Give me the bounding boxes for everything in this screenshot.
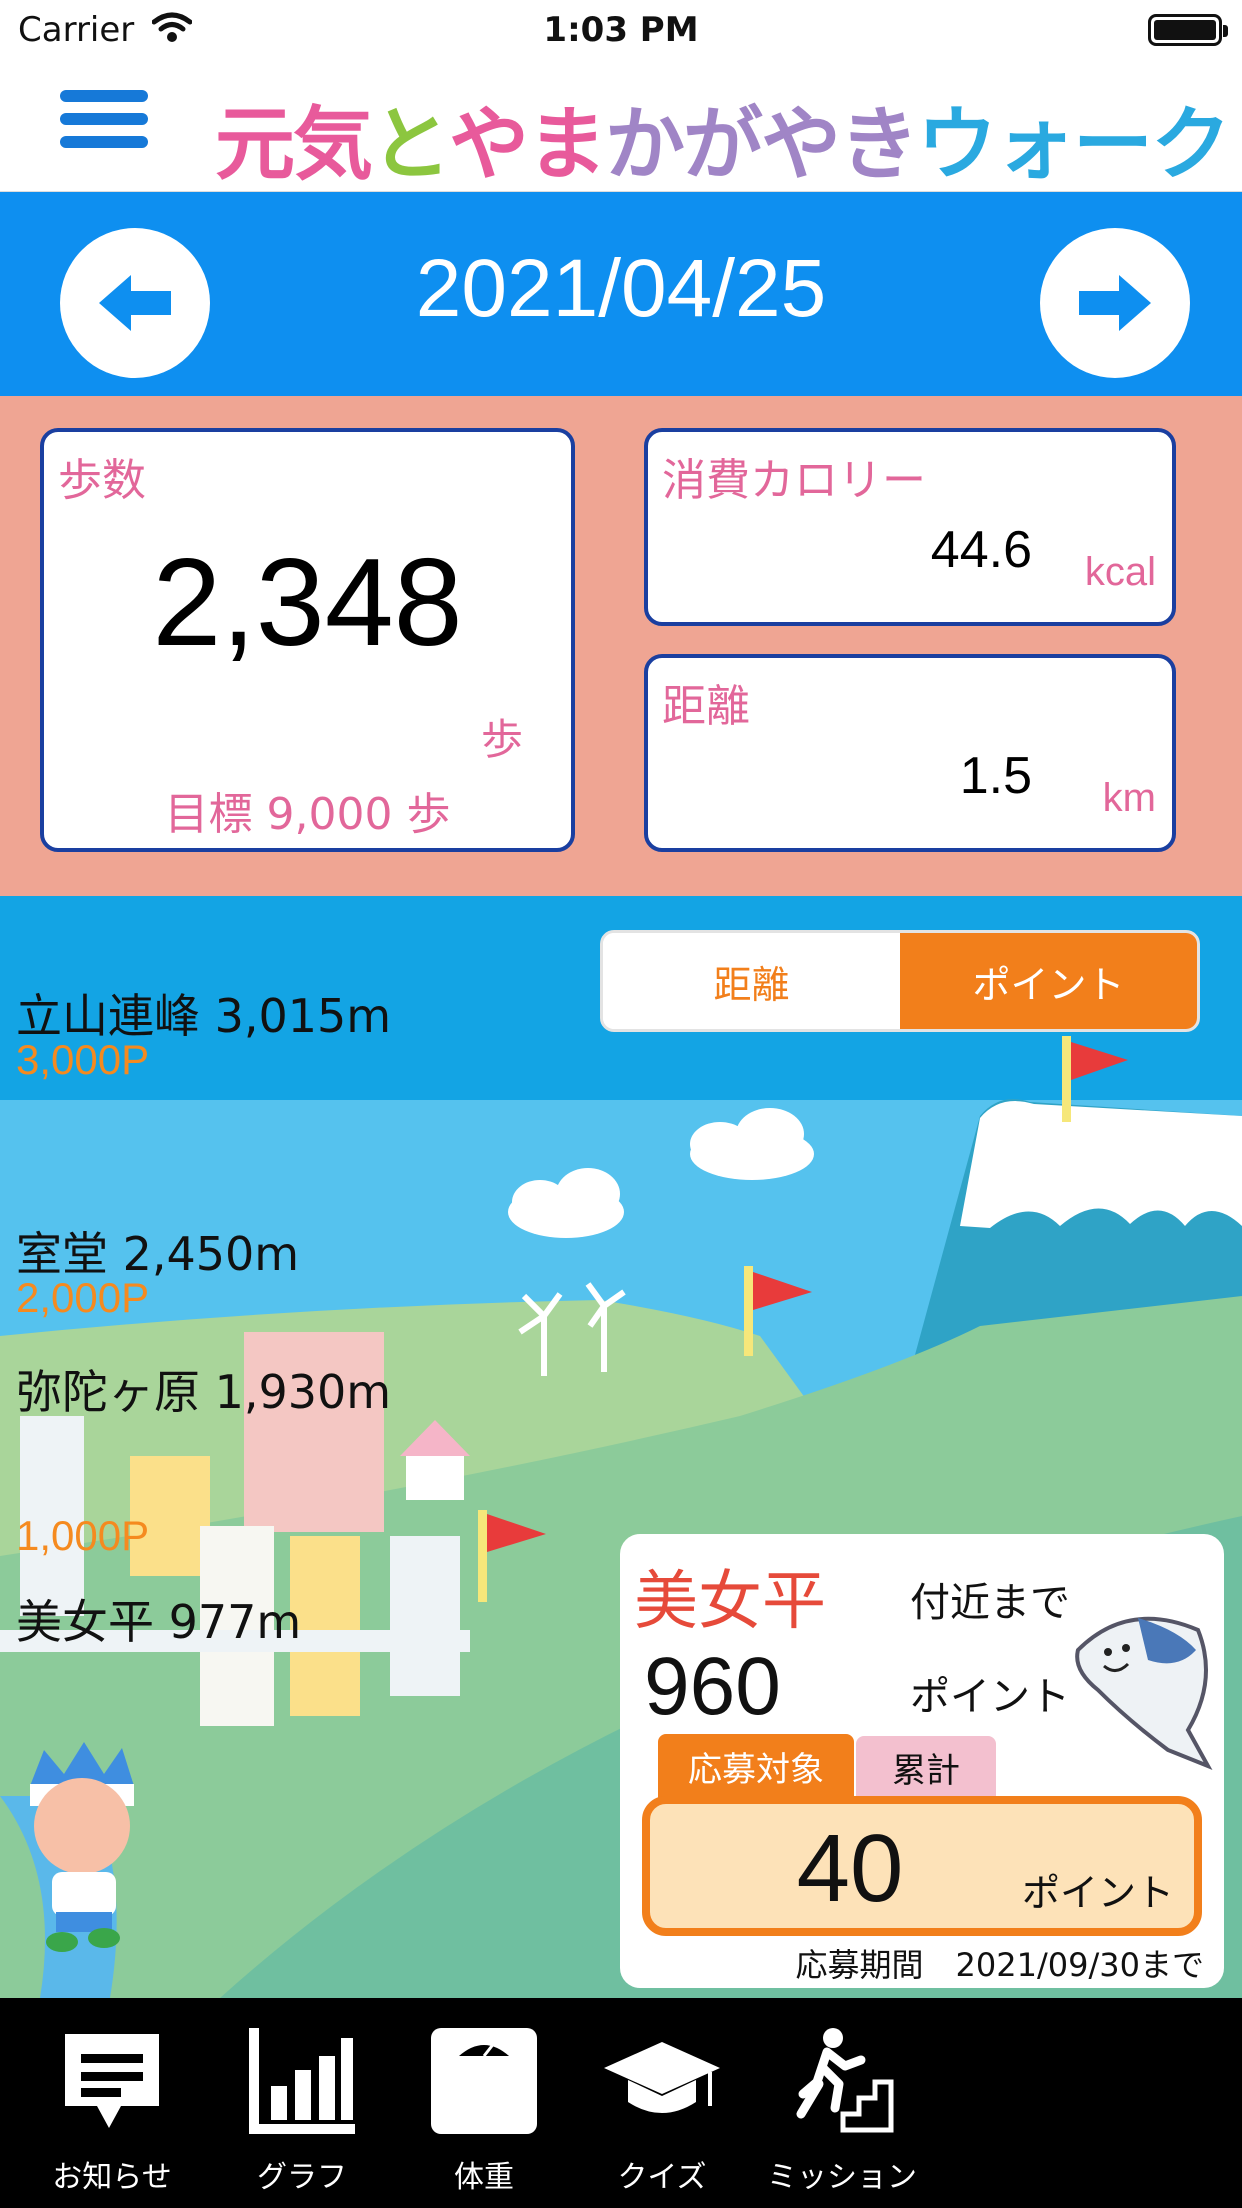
target-place: 美女平: [634, 1565, 826, 1639]
tab-notice[interactable]: お知らせ: [32, 2016, 192, 2196]
remaining-points-unit: ポイント: [910, 1674, 1070, 1720]
app-header: 元気とやまかがやきウォーク: [0, 60, 1242, 192]
tab-quiz-label: クイズ: [617, 2160, 707, 2195]
distance-label: 距離: [662, 681, 750, 732]
steps-card: 歩数 2,348 歩 目標 9,000 歩: [40, 428, 575, 852]
fish-mascot-icon: [1075, 1616, 1213, 1770]
graph-icon: [249, 2028, 355, 2134]
arrow-right-icon: [1079, 275, 1151, 331]
toggle-distance[interactable]: 距離: [603, 933, 900, 1029]
scale-icon: [431, 2028, 537, 2134]
landmark-tateyama-points: 3,000P: [16, 1036, 150, 1083]
landmark-bijodaira: 美女平 977m: [16, 1595, 302, 1649]
points-card: 美女平 付近まで 960 ポイント 応募対象 累計 40 ポイント 応募期間 2…: [620, 1534, 1224, 1988]
date-navigation: 2021/04/25: [0, 192, 1242, 396]
app-title: 元気とやまかがやきウォーク: [215, 80, 1231, 196]
landmark-bijodaira-points: 1,000P: [16, 1512, 150, 1559]
landmark-midagahara: 弥陀ヶ原 1,930m: [16, 1365, 392, 1419]
target-until-label: 付近まで: [910, 1580, 1070, 1626]
tab-notice-label: お知らせ: [52, 2160, 172, 2195]
distance-unit: km: [1102, 776, 1156, 820]
calories-label: 消費カロリー: [662, 455, 926, 506]
stats-panel: 歩数 2,348 歩 目標 9,000 歩 消費カロリー 44.6 kcal 距…: [0, 396, 1242, 896]
map-mode-toggle: 距離 ポイント: [600, 930, 1200, 1032]
tab-graph-label: グラフ: [257, 2160, 347, 2195]
tab-quiz[interactable]: クイズ: [582, 2016, 742, 2196]
app-title-part: かがやき: [605, 98, 919, 191]
app-title-part: 元気: [215, 98, 373, 191]
next-day-button[interactable]: [1040, 228, 1190, 378]
tab-cumulative[interactable]: 累計: [856, 1736, 996, 1798]
tab-apply-target[interactable]: 応募対象: [658, 1734, 854, 1798]
hamburger-icon: [60, 90, 148, 102]
toggle-point[interactable]: ポイント: [900, 933, 1197, 1029]
tab-weight-label: 体重: [454, 2160, 514, 2195]
distance-card: 距離 1.5 km: [644, 654, 1176, 852]
steps-label: 歩数: [58, 455, 146, 506]
graduation-cap-icon: [604, 2042, 720, 2113]
tab-mission[interactable]: ミッション: [762, 2016, 922, 2196]
application-period: 応募期間 2021/09/30まで: [795, 1946, 1204, 1984]
status-bar: Carrier 1:03 PM: [0, 0, 1242, 60]
tab-weight[interactable]: 体重: [404, 2016, 564, 2196]
bottom-tab-bar: お知らせ グラフ 体重 クイズ ミッション: [0, 1998, 1242, 2208]
tab-mission-label: ミッション: [767, 2160, 917, 2195]
steps-unit: 歩: [480, 715, 523, 764]
stairs-runner-icon: [796, 2028, 894, 2133]
notice-icon: [65, 2034, 159, 2128]
app-title-part: ウォーク: [917, 98, 1231, 191]
calories-value: 44.6: [930, 521, 1032, 579]
landmark-murodo-points: 2,000P: [16, 1274, 150, 1321]
menu-button[interactable]: [60, 90, 148, 160]
points-value-unit: ポイント: [1021, 1871, 1174, 1915]
steps-value: 2,348: [152, 534, 463, 672]
points-value: 40: [796, 1815, 904, 1922]
app-title-part: と: [371, 98, 451, 191]
battery-icon: [1148, 14, 1228, 46]
distance-value: 1.5: [959, 747, 1032, 805]
calories-card: 消費カロリー 44.6 kcal: [644, 428, 1176, 626]
points-box: 40 ポイント: [642, 1796, 1202, 1936]
calories-unit: kcal: [1084, 550, 1156, 594]
app-title-part: やま: [449, 98, 607, 191]
remaining-points: 960: [644, 1641, 781, 1732]
steps-goal: 目標 9,000 歩: [164, 789, 451, 840]
tab-graph[interactable]: グラフ: [222, 2016, 382, 2196]
status-time: 1:03 PM: [543, 10, 699, 50]
